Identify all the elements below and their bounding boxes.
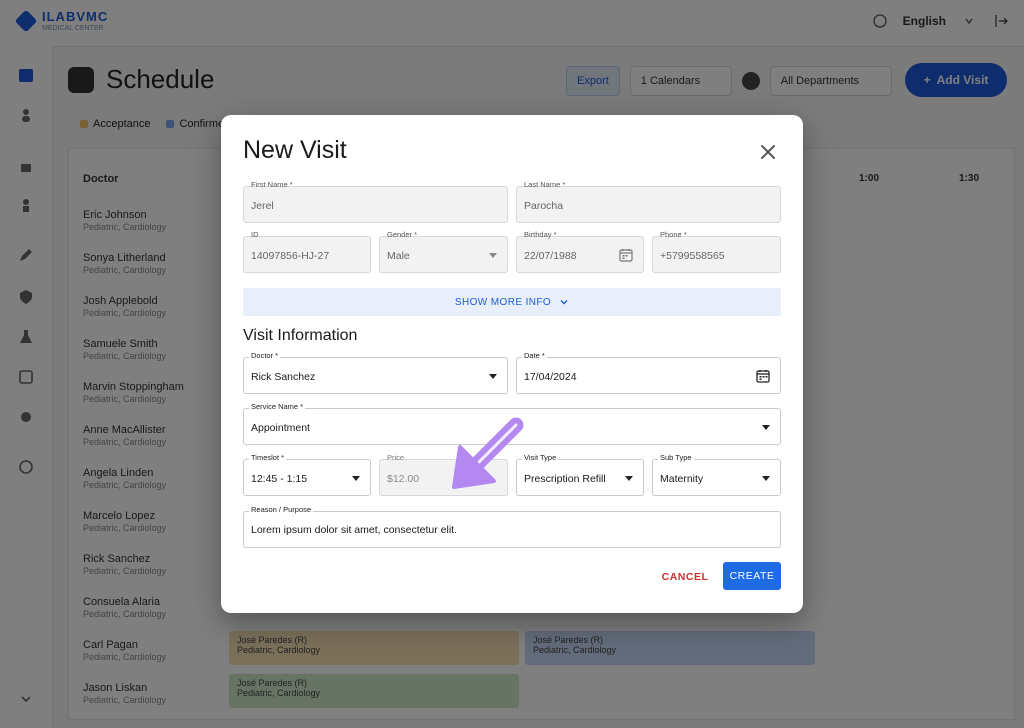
chevron-down-icon[interactable] <box>762 476 770 481</box>
close-icon[interactable] <box>758 142 778 162</box>
chevron-down-icon[interactable] <box>762 425 770 430</box>
reason-field[interactable]: Reason / Purpose Lorem ipsum dolor sit a… <box>243 506 781 548</box>
doctor-value: Rick Sanchez <box>251 371 316 383</box>
sub-type-value: Maternity <box>660 473 704 485</box>
chevron-down-icon[interactable] <box>489 253 497 258</box>
date-value: 17/04/2024 <box>524 371 577 383</box>
first-name-label: First Name * <box>251 180 293 189</box>
date-label: Date * <box>522 351 547 360</box>
service-name-value: Appointment <box>251 422 310 434</box>
id-field[interactable]: ID 14097856-HJ-27 <box>243 231 371 273</box>
id-value: 14097856-HJ-27 <box>251 250 330 262</box>
birthday-label: Birthday * <box>524 230 557 239</box>
price-label: Price <box>387 453 405 462</box>
doctor-label: Doctor * <box>249 351 281 360</box>
timeslot-value: 12:45 - 1:15 <box>251 473 308 485</box>
id-label: ID <box>251 230 259 239</box>
timeslot-select[interactable]: Timeslot * 12:45 - 1:15 <box>243 454 371 496</box>
first-name-field[interactable]: First Name * Jerel <box>243 181 508 223</box>
cancel-button[interactable]: CANCEL <box>655 564 715 590</box>
phone-value: +5799558565 <box>660 250 725 262</box>
last-name-label: Last Name * <box>524 180 566 189</box>
price-value: $12.00 <box>387 473 420 485</box>
sub-type-select[interactable]: Sub Type Maternity <box>652 454 781 496</box>
first-name-value: Jerel <box>251 200 274 212</box>
reason-label: Reason / Purpose <box>249 505 314 514</box>
chevron-down-icon <box>560 300 568 305</box>
gender-label: Gender * <box>387 230 418 239</box>
last-name-field[interactable]: Last Name * Parocha <box>516 181 781 223</box>
dialog-title: New Visit <box>243 136 347 164</box>
phone-label: Phone * <box>660 230 687 239</box>
create-button[interactable]: CREATE <box>723 562 781 590</box>
timeslot-label: Timeslot * <box>249 453 287 462</box>
date-field[interactable]: Date * 17/04/2024 <box>516 352 781 394</box>
show-more-label: SHOW MORE INFO <box>454 296 552 308</box>
gender-select[interactable]: Gender * Male <box>379 231 508 273</box>
visit-type-value: Prescription Refill <box>524 473 606 485</box>
gender-value: Male <box>387 250 410 262</box>
new-visit-dialog: New Visit First Name * Jerel Last Name *… <box>221 115 803 613</box>
phone-field[interactable]: Phone * +5799558565 <box>652 231 781 273</box>
reason-value: Lorem ipsum dolor sit amet, consectetur … <box>251 524 458 536</box>
birthday-value: 22/07/1988 <box>524 250 577 262</box>
doctor-select[interactable]: Doctor * Rick Sanchez <box>243 352 508 394</box>
calendar-icon[interactable] <box>619 248 633 262</box>
chevron-down-icon[interactable] <box>489 374 497 379</box>
show-more-info-button[interactable]: SHOW MORE INFO <box>243 288 781 316</box>
birthday-field[interactable]: Birthday * 22/07/1988 <box>516 231 644 273</box>
last-name-value: Parocha <box>524 200 564 212</box>
annotation-arrow-icon <box>452 417 524 489</box>
sub-type-label: Sub Type <box>658 453 694 462</box>
visit-information-heading: Visit Information <box>243 327 358 344</box>
chevron-down-icon[interactable] <box>352 476 360 481</box>
service-name-label: Service Name * <box>249 402 306 411</box>
calendar-icon[interactable] <box>756 369 770 383</box>
chevron-down-icon[interactable] <box>625 476 633 481</box>
